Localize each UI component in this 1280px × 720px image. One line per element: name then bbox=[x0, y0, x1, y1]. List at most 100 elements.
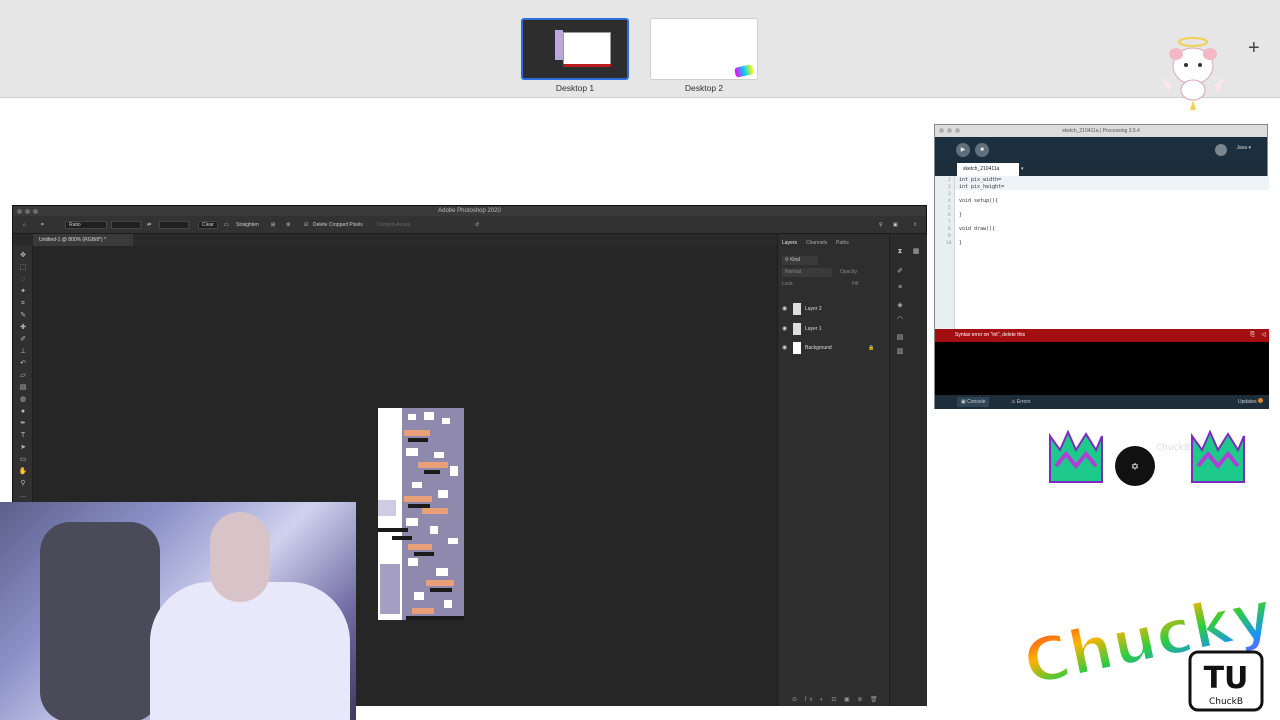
stamp-icon[interactable]: ⊥ bbox=[18, 348, 28, 356]
visibility-eye-icon[interactable]: ◉ bbox=[782, 339, 787, 357]
styles-icon[interactable]: ◈ bbox=[896, 302, 904, 310]
copy-icon[interactable]: ⎘ bbox=[1250, 329, 1255, 342]
zoom-button[interactable] bbox=[33, 209, 38, 214]
line-number: 5 bbox=[948, 206, 951, 211]
marquee-tool-icon[interactable]: ⬚ bbox=[18, 264, 28, 272]
line-number: 4 bbox=[948, 199, 951, 204]
debug-icon[interactable] bbox=[1215, 144, 1227, 156]
line-gutter bbox=[935, 176, 955, 329]
layer-row[interactable]: ◉ Layer 2 bbox=[778, 300, 890, 318]
stop-button[interactable]: ■ bbox=[975, 143, 989, 157]
workspace-icon[interactable]: ▣ bbox=[893, 220, 898, 230]
home-icon[interactable]: ⌂ bbox=[23, 220, 26, 230]
collapse-icon[interactable]: ◁ bbox=[1261, 329, 1266, 342]
code-editor[interactable]: 1 2 3 4 5 6 7 8 9 10 int pix_width= int … bbox=[935, 176, 1269, 329]
svg-text:ChuckB: ChuckB bbox=[1156, 443, 1190, 453]
dodge-icon[interactable]: ● bbox=[18, 408, 28, 416]
center-badge-logo: ✡ ChuckB bbox=[1115, 443, 1190, 486]
layers-panel: Layers Channels Paths ⚲ Kind Normal Opac… bbox=[777, 234, 889, 706]
swap-icon[interactable]: ⇄ bbox=[147, 220, 151, 230]
window-title: Adobe Photoshop 2020 bbox=[13, 206, 926, 216]
close-button[interactable] bbox=[17, 209, 22, 214]
tab-menu-icon[interactable]: ▾ bbox=[1021, 166, 1024, 172]
desktop-1-thumbnail[interactable] bbox=[521, 18, 629, 80]
ratio-value: Ratio bbox=[69, 222, 81, 228]
tab-console[interactable]: ▣ Console bbox=[957, 397, 990, 407]
close-button[interactable] bbox=[939, 128, 944, 133]
console-output[interactable] bbox=[935, 342, 1269, 395]
crop-tool-icon[interactable]: ⌗ bbox=[41, 220, 44, 230]
share-icon[interactable]: ⇪ bbox=[913, 220, 917, 230]
height-field[interactable] bbox=[159, 221, 189, 229]
mode-selector[interactable]: Java ▾ bbox=[1237, 145, 1251, 151]
tab-paths[interactable]: Paths bbox=[836, 240, 849, 246]
right-crown-logo bbox=[1191, 429, 1245, 483]
straighten-label[interactable]: Straighten bbox=[236, 220, 259, 230]
overlay-icon[interactable]: ⊞ bbox=[271, 220, 275, 230]
sketch-tab[interactable]: sketch_210411a bbox=[957, 163, 1019, 176]
layer-row[interactable]: ◉ Layer 1 bbox=[778, 320, 890, 338]
eraser-icon[interactable]: ▱ bbox=[18, 372, 28, 380]
width-field[interactable] bbox=[111, 221, 141, 229]
options-bar: ⌂ ⌗ Ratio ⇄ Clear ▭ Straighten ⊞ ⚙ ☑ Del… bbox=[13, 216, 926, 234]
history-brush-icon[interactable]: ↶ bbox=[18, 360, 28, 368]
libraries-icon[interactable]: ▥ bbox=[896, 348, 904, 356]
layer-row[interactable]: ◉ Background 🔒 bbox=[778, 339, 890, 357]
lasso-tool-icon[interactable]: ◌ bbox=[18, 276, 28, 284]
magic-wand-icon[interactable]: ✦ bbox=[18, 288, 28, 296]
hand-tool-icon[interactable]: ✋ bbox=[18, 468, 28, 476]
code-line: } bbox=[959, 240, 963, 246]
adjustments-icon[interactable]: ≡ bbox=[896, 284, 904, 292]
move-tool-icon[interactable]: ✥ bbox=[18, 252, 28, 260]
zoom-button[interactable] bbox=[955, 128, 960, 133]
history-icon[interactable]: ⧗ bbox=[896, 248, 904, 256]
eyedropper-icon[interactable]: ✎ bbox=[18, 312, 28, 320]
paths-icon[interactable]: ◠ bbox=[896, 316, 904, 324]
fill-label: Fill: bbox=[852, 281, 860, 287]
gradient-icon[interactable]: ▤ bbox=[18, 384, 28, 392]
path-select-icon[interactable]: ➤ bbox=[18, 444, 28, 452]
brush-settings-icon[interactable]: ✐ bbox=[896, 268, 904, 276]
grid-icon[interactable]: ▦ bbox=[912, 248, 920, 256]
layer-actions-icons[interactable]: ⊝ fx ◐ ⊡ ▣ ⊕ 🗑 bbox=[792, 696, 881, 703]
healing-icon[interactable]: ✚ bbox=[18, 324, 28, 332]
ratio-select[interactable]: Ratio bbox=[65, 221, 107, 229]
document-tab[interactable]: Untitled-1 @ 800% (RGB/8*) * bbox=[33, 234, 133, 246]
brush-icon[interactable]: ✐ bbox=[18, 336, 28, 344]
code-line: int pix_width= bbox=[959, 177, 1002, 183]
tab-channels[interactable]: Channels bbox=[806, 240, 827, 246]
updates-link[interactable]: Updates bbox=[1238, 397, 1263, 407]
reset-icon[interactable]: ↺ bbox=[475, 220, 479, 230]
tab-layers[interactable]: Layers bbox=[782, 240, 797, 246]
blur-icon[interactable]: ◍ bbox=[18, 396, 28, 404]
tab-console-label: Console bbox=[967, 399, 986, 405]
visibility-eye-icon[interactable]: ◉ bbox=[782, 300, 787, 318]
delete-cropped-checkbox[interactable]: ☑ bbox=[304, 220, 308, 230]
minimize-button[interactable] bbox=[947, 128, 952, 133]
add-desktop-icon[interactable]: + bbox=[1248, 38, 1260, 58]
shape-icon[interactable]: ▭ bbox=[18, 456, 28, 464]
straighten-icon[interactable]: ▭ bbox=[224, 220, 229, 230]
content-aware-label[interactable]: Content-Aware bbox=[377, 220, 410, 230]
tab-errors[interactable]: ⚠ Errors bbox=[1011, 397, 1031, 407]
lock-label: Lock: bbox=[782, 281, 794, 287]
run-button[interactable]: ▶ bbox=[956, 143, 970, 157]
minimize-button[interactable] bbox=[25, 209, 30, 214]
type-tool-icon[interactable]: T bbox=[18, 432, 28, 440]
layer-thumbnail bbox=[793, 303, 801, 315]
desktop-2-label: Desktop 2 bbox=[684, 83, 724, 93]
filter-kind-select[interactable]: ⚲ Kind bbox=[782, 256, 818, 265]
blend-mode-select[interactable]: Normal bbox=[782, 268, 832, 277]
zoom-tool-icon[interactable]: ⚲ bbox=[18, 480, 28, 488]
screen: Desktop 1 Desktop 2 + Adobe Photoshop 20… bbox=[0, 0, 1280, 720]
settings-icon[interactable]: ⚙ bbox=[286, 220, 290, 230]
pen-icon[interactable]: ✒ bbox=[18, 420, 28, 428]
chair bbox=[40, 522, 160, 720]
desktop-2-thumbnail[interactable] bbox=[650, 18, 758, 80]
properties-icon[interactable]: ▤ bbox=[896, 334, 904, 342]
visibility-eye-icon[interactable]: ◉ bbox=[782, 320, 787, 338]
crop-icon[interactable]: ⌗ bbox=[18, 300, 28, 308]
edit-toolbar-icon[interactable]: … bbox=[18, 492, 28, 500]
clear-button[interactable]: Clear bbox=[198, 221, 218, 229]
search-icon[interactable]: ⚲ bbox=[879, 220, 883, 230]
